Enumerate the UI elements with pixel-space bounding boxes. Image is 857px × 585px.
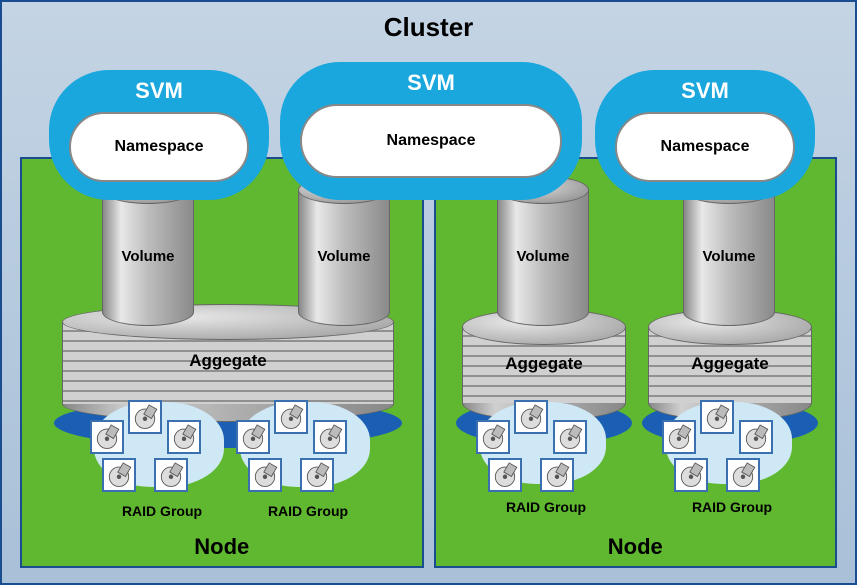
namespace-label: Namespace — [661, 138, 750, 156]
disk-icon — [313, 420, 347, 454]
disk-icon — [90, 420, 124, 454]
disk-icon — [476, 420, 510, 454]
volume-label: Volume — [683, 248, 775, 265]
disk-icon — [274, 400, 308, 434]
svm-container-1: SVM Namespace — [49, 70, 269, 200]
svm-container-2: SVM Namespace — [280, 62, 582, 200]
volume-label: Volume — [497, 248, 589, 265]
disk-icon — [167, 420, 201, 454]
disk-icon — [488, 458, 522, 492]
svm-label: SVM — [595, 78, 815, 104]
cluster-title: Cluster — [2, 2, 855, 47]
aggregate-label: Aggegate — [648, 354, 812, 374]
disk-icon — [700, 400, 734, 434]
disk-icon — [553, 420, 587, 454]
raid-group-label: RAID Group — [682, 499, 782, 515]
aggregate-label: Aggegate — [62, 351, 394, 371]
volume-label: Volume — [102, 248, 194, 265]
svm-container-3: SVM Namespace — [595, 70, 815, 200]
namespace-pill: Namespace — [69, 112, 249, 182]
disk-icon — [540, 458, 574, 492]
disk-icon — [236, 420, 270, 454]
disk-icon — [726, 458, 760, 492]
disk-icon — [128, 400, 162, 434]
disk-icon — [739, 420, 773, 454]
disk-icon — [102, 458, 136, 492]
namespace-pill: Namespace — [615, 112, 795, 182]
disk-icon — [300, 458, 334, 492]
svm-label: SVM — [49, 78, 269, 104]
disk-icon — [514, 400, 548, 434]
node-label: Node — [22, 534, 422, 560]
aggregate-label: Aggegate — [462, 354, 626, 374]
raid-group-label: RAID Group — [258, 503, 358, 519]
disk-icon — [248, 458, 282, 492]
disk-icon — [674, 458, 708, 492]
namespace-label: Namespace — [115, 138, 204, 156]
raid-group-label: RAID Group — [496, 499, 596, 515]
raid-group-label: RAID Group — [112, 503, 212, 519]
svm-label: SVM — [280, 70, 582, 96]
disk-icon — [662, 420, 696, 454]
disk-icon — [154, 458, 188, 492]
namespace-label: Namespace — [387, 132, 476, 150]
volume-label: Volume — [298, 248, 390, 265]
namespace-pill: Namespace — [300, 104, 562, 178]
node-label: Node — [436, 534, 836, 560]
